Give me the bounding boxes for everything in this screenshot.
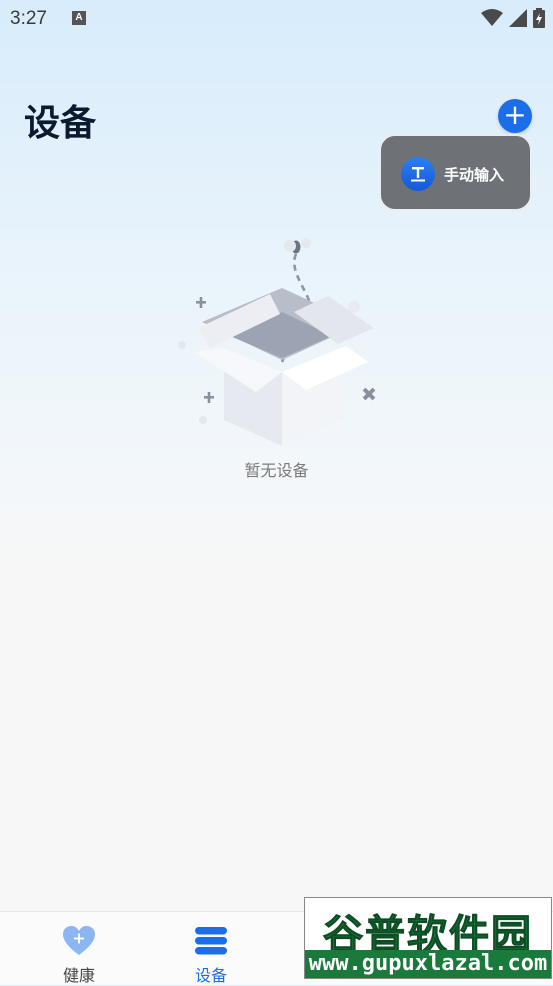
status-time: 3:27 [10,8,47,29]
menu-item-label: 手动输入 [444,165,505,184]
battery-icon [533,8,545,28]
add-device-button[interactable]: + [498,99,532,133]
add-device-popup-menu: 手动输入 [379,134,532,211]
page-title: 设备 [24,103,97,144]
plus-decoration-icon [196,297,206,308]
text-input-icon [401,157,435,191]
tab-health-label: 健康 [62,966,95,985]
device-stack-icon [195,927,227,955]
status-bar: 3:27 A [0,0,553,38]
tab-device-label: 设备 [194,966,227,985]
menu-item-manual-input[interactable]: 手动输入 [401,157,504,191]
empty-state-message: 暂无设备 [244,461,309,480]
empty-box-icon [178,238,376,446]
watermark: 谷普软件园 www.gupuxlazal.com [304,897,552,979]
wifi-icon [481,9,503,26]
status-icons [481,8,545,28]
signal-icon [509,9,527,27]
notification-a-icon: A [72,11,86,25]
heart-plus-icon [63,926,95,955]
watermark-url: www.gupuxlazal.com [305,950,551,978]
tab-device[interactable]: 设备 [151,912,271,985]
tab-health[interactable]: 健康 [19,912,139,985]
